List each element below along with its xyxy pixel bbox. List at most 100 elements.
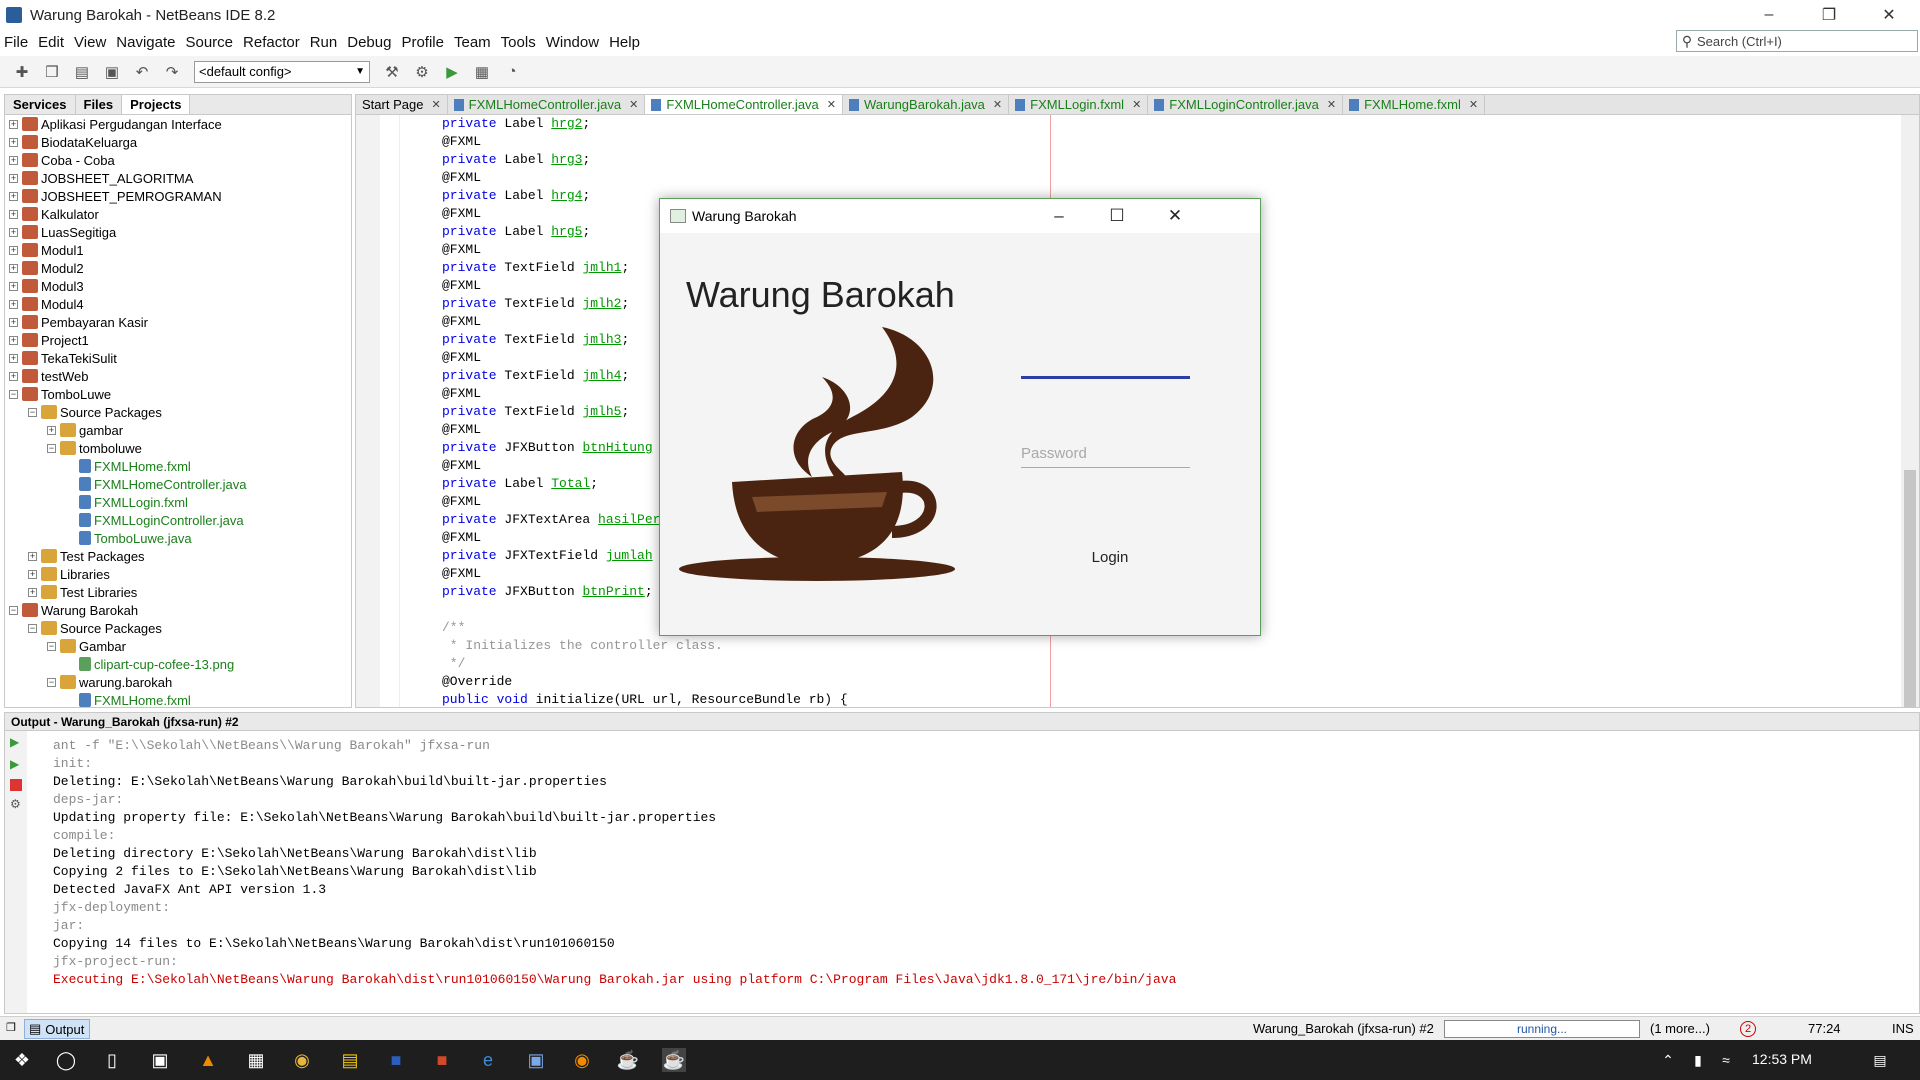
expand-icon[interactable]: + [9,263,18,273]
undo-icon[interactable]: ↶ [130,60,154,84]
minimize-icon[interactable]: – [1746,0,1792,30]
tree-node[interactable]: FXMLHomeController.java [66,475,246,493]
menu-refactor[interactable]: Refactor [243,34,300,51]
tree-node[interactable]: FXMLHome.fxml [66,691,191,709]
tab-files[interactable]: Files [76,95,123,114]
maximize-icon[interactable]: ☐ [1088,199,1146,233]
expand-icon[interactable]: + [28,587,37,597]
tree-node[interactable]: + gambar [47,421,123,439]
tab-projects[interactable]: Projects [122,95,191,114]
menu-navigate[interactable]: Navigate [116,34,175,51]
expand-icon[interactable]: + [9,317,18,327]
tree-node[interactable]: + JOBSHEET_ALGORITMA [9,169,193,187]
tree-node[interactable]: + Test Libraries [28,583,137,601]
tree-node[interactable]: − Warung Barokah [9,601,138,619]
collapse-icon[interactable]: − [47,443,56,453]
editor-scrollbar[interactable] [1901,115,1919,707]
app-icon-2[interactable]: ▦ [244,1048,268,1072]
tree-node[interactable]: − Source Packages [28,403,162,421]
tree-node[interactable]: + TekaTekiSulit [9,349,117,367]
run-icon[interactable]: ▶ [440,60,464,84]
close-icon[interactable]: ✕ [1146,199,1204,233]
rerun-different-icon[interactable]: ▶ [10,757,27,771]
close-tab-icon[interactable]: ✕ [1327,98,1336,111]
restore-panel-icon[interactable]: ❐ [6,1021,16,1034]
save-all-icon[interactable]: ▣ [100,60,124,84]
show-hidden-icons-icon[interactable]: ⌃ [1656,1048,1680,1072]
login-button[interactable]: Login [1070,549,1150,566]
tree-node[interactable]: FXMLLoginController.java [66,511,244,529]
tree-node[interactable]: + JOBSHEET_PEMROGRAMAN [9,187,222,205]
menu-edit[interactable]: Edit [38,34,64,51]
editor-tab[interactable]: FXMLLogin.fxml ✕ [1009,95,1149,114]
expand-icon[interactable]: + [9,191,18,201]
tree-node[interactable]: + Project1 [9,331,89,349]
windows-start-icon[interactable]: ❖ [10,1048,34,1072]
menu-debug[interactable]: Debug [347,34,391,51]
close-tab-icon[interactable]: ✕ [1132,98,1141,111]
expand-icon[interactable]: + [9,227,18,237]
tree-node[interactable]: + Modul3 [9,277,84,295]
tree-node[interactable]: − Gambar [47,637,126,655]
password-field[interactable]: Password [1021,445,1087,462]
tree-node[interactable]: + Aplikasi Pergudangan Interface [9,115,222,133]
menu-tools[interactable]: Tools [501,34,536,51]
redo-icon[interactable]: ↷ [160,60,184,84]
new-file-icon[interactable]: ✚ [10,60,34,84]
firefox-icon[interactable]: ◉ [570,1048,594,1072]
expand-icon[interactable]: + [9,245,18,255]
collapse-icon[interactable]: − [47,677,56,687]
expand-icon[interactable]: + [9,353,18,363]
settings-icon[interactable]: ⚙ [10,797,27,811]
rerun-icon[interactable]: ▶ [10,735,27,749]
expand-icon[interactable]: + [9,299,18,309]
output-minimized-tab[interactable]: ▤ Output [24,1019,90,1039]
tree-node[interactable]: TomboLuwe.java [66,529,192,547]
tree-node[interactable]: − TomboLuwe [9,385,111,403]
collapse-icon[interactable]: − [28,623,37,633]
menu-source[interactable]: Source [185,34,233,51]
tree-node[interactable]: + Pembayaran Kasir [9,313,148,331]
tree-node[interactable]: + Modul4 [9,295,84,313]
scrollbar-thumb[interactable] [1904,470,1916,707]
expand-icon[interactable]: + [28,569,37,579]
restore-icon[interactable]: ❐ [1806,0,1852,30]
task-view-icon[interactable]: ▯ [100,1048,124,1072]
menu-team[interactable]: Team [454,34,491,51]
action-center-icon[interactable]: ▤ [1868,1048,1892,1072]
output-text[interactable]: ant -f "E:\\Sekolah\\NetBeans\\Warung Ba… [53,737,1176,989]
new-project-icon[interactable]: ❒ [40,60,64,84]
expand-icon[interactable]: + [9,281,18,291]
file-explorer-icon[interactable]: ▤ [338,1048,362,1072]
config-select[interactable]: <default config> ▼ [194,60,370,83]
clean-build-icon[interactable]: ⚙ [410,60,434,84]
menu-run[interactable]: Run [310,34,338,51]
tab-services[interactable]: Services [5,95,76,114]
vlc-icon[interactable]: ▲ [196,1048,220,1072]
profile-icon[interactable]: ◔ [500,60,524,84]
expand-icon[interactable]: + [47,425,56,435]
menu-view[interactable]: View [74,34,106,51]
wifi-icon[interactable]: ≈ [1714,1048,1738,1072]
expand-icon[interactable]: + [28,551,37,561]
netbeans-taskbar-icon[interactable]: ▣ [524,1048,548,1072]
tree-node[interactable]: + Modul1 [9,241,84,259]
close-tab-icon[interactable]: ✕ [1469,98,1478,111]
expand-icon[interactable]: + [9,209,18,219]
expand-icon[interactable]: + [9,335,18,345]
notifications-badge[interactable]: 2 [1740,1021,1756,1037]
collapse-icon[interactable]: − [47,641,56,651]
menu-profile[interactable]: Profile [401,34,444,51]
java-app-taskbar-icon[interactable]: ☕ [662,1048,686,1072]
menu-file[interactable]: File [4,34,28,51]
close-tab-icon[interactable]: ✕ [629,98,638,111]
open-project-icon[interactable]: ▤ [70,60,94,84]
editor-tab[interactable]: Start Page ✕ [356,95,448,114]
stop-icon[interactable] [10,779,22,791]
tree-node[interactable]: + Kalkulator [9,205,99,223]
tree-node[interactable]: + testWeb [9,367,88,385]
expand-icon[interactable]: + [9,371,18,381]
tree-node[interactable]: + Coba - Coba [9,151,115,169]
clock[interactable]: 12:53 PM [1752,1051,1812,1067]
tree-node[interactable]: FXMLHome.fxml [66,457,191,475]
